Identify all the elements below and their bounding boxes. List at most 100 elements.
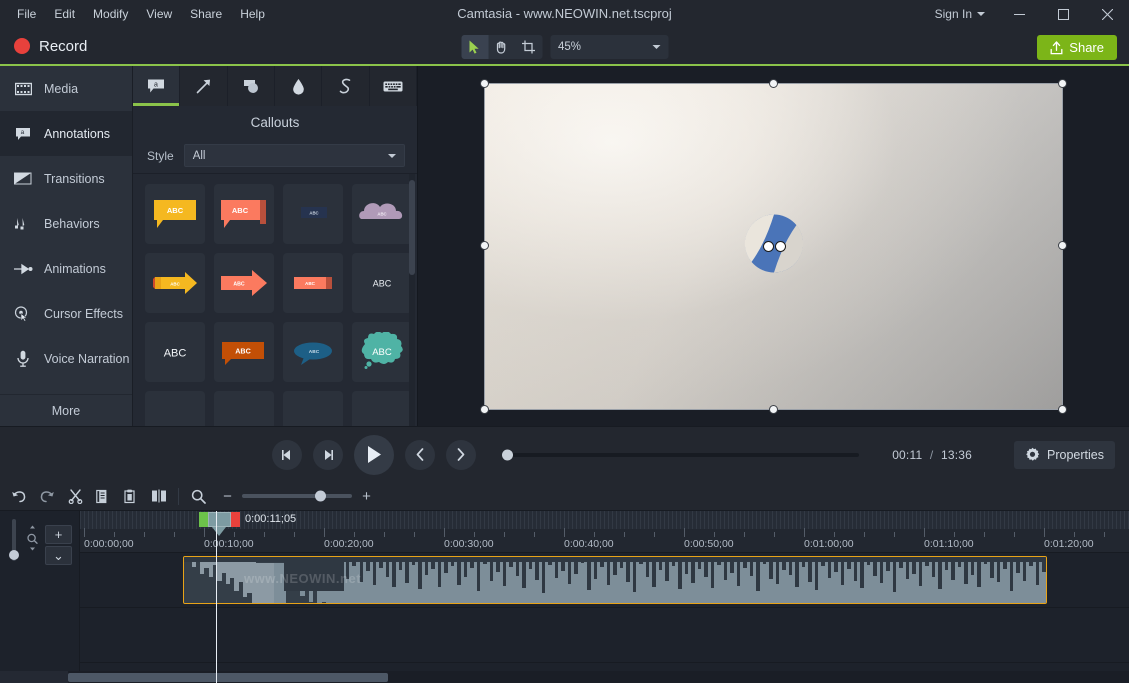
pointer-tool-button[interactable] (461, 35, 488, 59)
timeline-horizontal-scrollbar[interactable] (0, 671, 1129, 683)
hand-tool-button[interactable] (488, 35, 515, 59)
previous-marker-button[interactable] (405, 440, 435, 470)
callout-thumb-thought-cloud-teal[interactable]: ABC (352, 322, 412, 382)
sidebar-more-button[interactable]: More (0, 394, 132, 426)
timeline-clip-audio[interactable]: www.NEOWIN.net (183, 556, 1047, 604)
zoom-magnifier-button[interactable] (185, 485, 211, 508)
vertical-track-height-slider[interactable] (9, 519, 19, 561)
sidebar-item-voice-narration[interactable]: Voice Narration (0, 336, 132, 381)
timeline-ruler[interactable]: 0:00:00;00 0:00:10;00 0:00:20;00 0:00:30… (80, 511, 1129, 553)
panel-scrollbar-thumb[interactable] (409, 180, 415, 275)
tab-shapes[interactable] (228, 66, 275, 106)
selection-handle-top-left[interactable] (480, 79, 489, 88)
selection-handle-bottom-right[interactable] (1058, 405, 1067, 414)
zoom-level-select[interactable]: 45% (550, 35, 668, 59)
menu-modify[interactable]: Modify (84, 3, 137, 25)
sidebar-item-animations[interactable]: Animations (0, 246, 132, 291)
undo-button[interactable] (6, 485, 32, 508)
paste-button[interactable] (118, 485, 144, 508)
scrubber[interactable] (502, 453, 859, 457)
crop-tool-button[interactable] (515, 35, 542, 59)
ruler-tick (1014, 532, 1015, 537)
add-track-button[interactable]: + (45, 525, 72, 544)
zoom-out-button[interactable]: − (221, 489, 234, 504)
ball-handle-right[interactable] (775, 241, 786, 252)
selection-handle-top-right[interactable] (1058, 79, 1067, 88)
split-button[interactable] (146, 485, 172, 508)
callout-thumb-arrow-coral[interactable]: ABC (214, 253, 274, 313)
scrubber-track[interactable] (502, 453, 859, 457)
record-button[interactable]: Record (0, 38, 87, 55)
style-filter-select[interactable]: All (184, 144, 405, 167)
sign-in-button[interactable]: Sign In (923, 7, 997, 21)
share-button[interactable]: Share (1037, 35, 1117, 60)
selection-handle-bottom-center[interactable] (769, 405, 778, 414)
callout-thumb-partial-blue-triangle[interactable] (214, 391, 274, 426)
preview-canvas-area[interactable] (418, 66, 1129, 426)
next-marker-button[interactable] (446, 440, 476, 470)
selection-handle-top-center[interactable] (769, 79, 778, 88)
zoom-slider-knob[interactable] (315, 491, 326, 502)
callout-thumb-bubble-dark-orange[interactable]: ABC (214, 322, 274, 382)
selection-handle-bottom-left[interactable] (480, 405, 489, 414)
ruler-label: 0:00:10;00 (204, 538, 254, 550)
callout-thumb-flat-rect-coral[interactable]: ABC (283, 253, 343, 313)
menu-view[interactable]: View (137, 3, 181, 25)
sidebar-item-media[interactable]: Media (0, 66, 132, 111)
tab-arrows[interactable] (180, 66, 227, 106)
sidebar-item-annotations[interactable]: a Annotations (0, 111, 132, 156)
track-row[interactable]: Track 2 (80, 553, 1129, 608)
preview-stage[interactable] (485, 84, 1062, 409)
properties-button[interactable]: Properties (1014, 441, 1115, 469)
ruler-tick (354, 532, 355, 537)
step-back-button[interactable] (272, 440, 302, 470)
sidebar-item-transitions[interactable]: Transitions (0, 156, 132, 201)
sidebar-item-behaviors[interactable]: Behaviors (0, 201, 132, 246)
collapse-tracks-button[interactable]: ⌄ (45, 546, 72, 565)
callout-thumb-partial-blue-curve[interactable] (145, 391, 205, 426)
callout-thumb-arrow-tape-yellow[interactable]: ABC (145, 253, 205, 313)
selection-start-marker[interactable] (199, 512, 208, 527)
callout-thumb-speech-bubble-coral[interactable]: ABC (214, 184, 274, 244)
callout-thumb-text-only-light[interactable]: ABC (352, 253, 412, 313)
beach-ball-graphic[interactable] (743, 213, 805, 280)
playhead-head[interactable] (208, 512, 231, 527)
menu-edit[interactable]: Edit (45, 3, 84, 25)
menu-help[interactable]: Help (231, 3, 274, 25)
callout-thumb-text-only-large[interactable]: ABC (145, 322, 205, 382)
play-button[interactable] (354, 435, 394, 475)
selection-handle-middle-left[interactable] (480, 241, 489, 250)
callout-thumb-small-rect-navy[interactable]: ABC (283, 184, 343, 244)
tab-keystroke[interactable] (370, 66, 417, 106)
menu-file[interactable]: File (8, 3, 45, 25)
cut-button[interactable] (62, 485, 88, 508)
ruler-tick (324, 528, 325, 537)
callout-thumb-ellipse-blue[interactable]: ABC (283, 322, 343, 382)
maximize-button[interactable] (1041, 0, 1085, 28)
step-forward-button[interactable] (313, 440, 343, 470)
zoom-in-button[interactable]: + (360, 489, 373, 504)
horizontal-scrollbar-thumb[interactable] (68, 673, 388, 682)
callout-thumb-partial-bar-cream[interactable] (352, 391, 412, 426)
close-button[interactable] (1085, 0, 1129, 28)
redo-button[interactable] (34, 485, 60, 508)
callout-thumb-cloud-mauve[interactable]: ABC (352, 184, 412, 244)
callout-thumb-partial-teal-triangle[interactable] (283, 391, 343, 426)
track-row[interactable]: Track 1 (80, 608, 1129, 663)
callout-thumbnail-scroll[interactable]: ABC ABC ABC ABC ABC (133, 174, 417, 426)
zoom-slider-track[interactable] (242, 494, 352, 498)
tab-callouts[interactable]: a (133, 66, 180, 106)
vertical-slider-knob[interactable] (9, 550, 19, 560)
track-height-magnifier-icon[interactable] (26, 525, 39, 556)
sidebar-item-cursor-effects[interactable]: Cursor Effects (0, 291, 132, 336)
copy-button[interactable] (90, 485, 116, 508)
selection-end-marker[interactable] (231, 512, 240, 527)
tab-sketch-motion[interactable] (322, 66, 369, 106)
scrubber-knob[interactable] (502, 449, 513, 460)
tab-blur[interactable] (275, 66, 322, 106)
minimize-button[interactable] (997, 0, 1041, 28)
callout-thumb-speech-bubble-yellow[interactable]: ABC (145, 184, 205, 244)
menu-share[interactable]: Share (181, 3, 231, 25)
ball-handle-left[interactable] (763, 241, 774, 252)
selection-handle-middle-right[interactable] (1058, 241, 1067, 250)
